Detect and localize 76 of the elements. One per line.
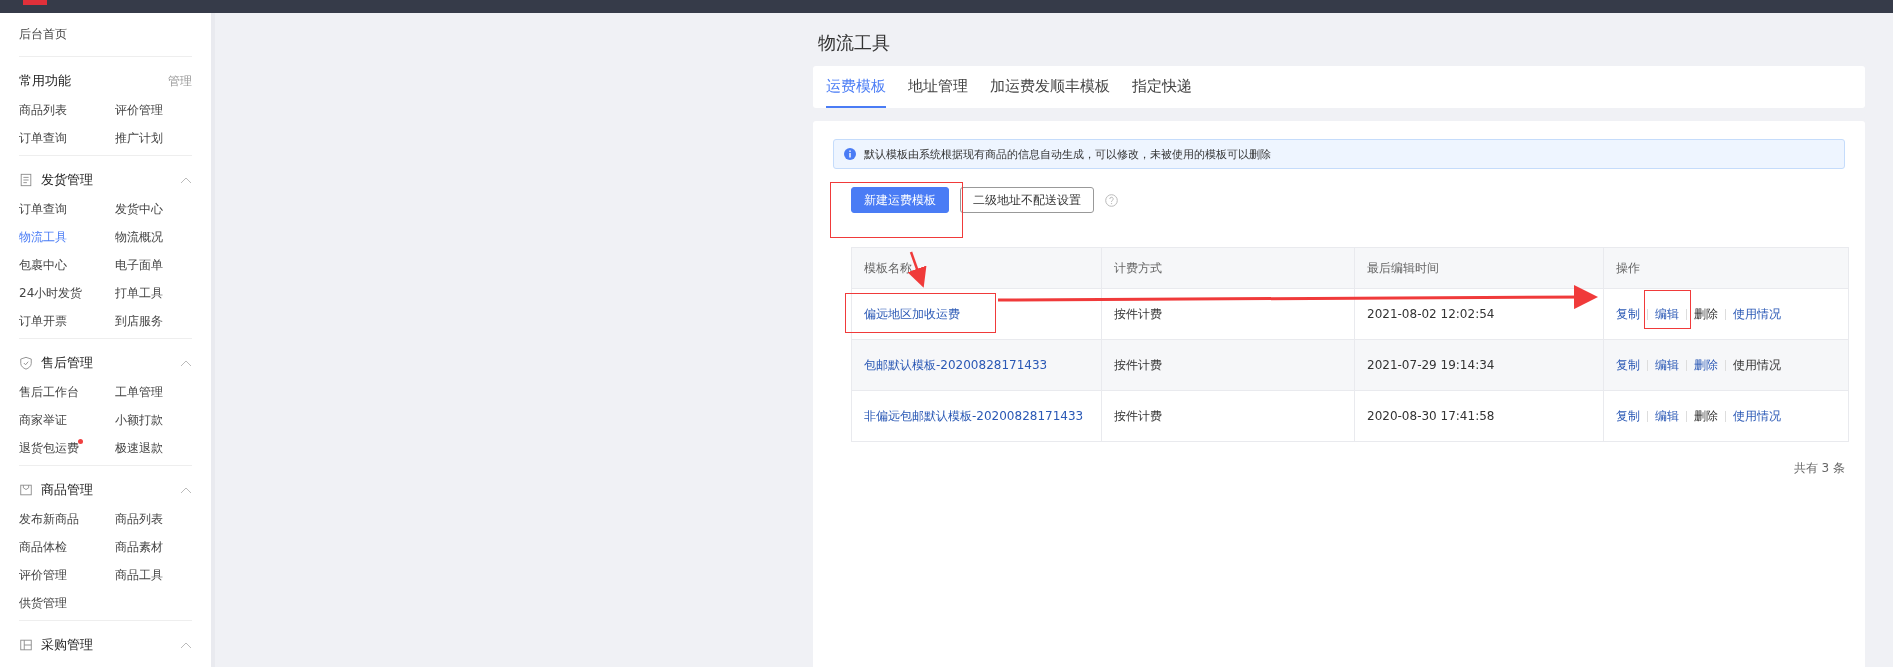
sidebar-item[interactable]: 到店服务 <box>115 314 163 328</box>
action-link[interactable]: 编辑 <box>1648 305 1686 323</box>
sidebar-item[interactable]: 订单开票 <box>19 314 67 328</box>
sidebar-item[interactable]: 工单管理 <box>115 385 163 399</box>
template-link[interactable]: 包邮默认模板-20200828171433 <box>864 357 1048 372</box>
action-link[interactable]: 复制 <box>1616 305 1647 323</box>
column-header: 操作 <box>1603 247 1849 289</box>
tab[interactable]: 运费模板 <box>826 66 886 108</box>
sidebar-item[interactable]: 推广计划 <box>115 131 163 145</box>
action-link[interactable]: 复制 <box>1616 407 1647 425</box>
sidebar-item[interactable]: 商品素材 <box>115 540 163 554</box>
chevron-up-icon[interactable] <box>180 486 192 494</box>
sidebar-item[interactable]: 后台首页 <box>0 13 211 56</box>
action-link[interactable]: 复制 <box>1616 356 1647 374</box>
sidebar-item[interactable]: 打单工具 <box>115 286 163 300</box>
section-title[interactable]: 售后管理 <box>41 354 93 372</box>
table-cell: 2021-07-29 19:14:34 <box>1354 339 1604 391</box>
table-cell: 按件计费 <box>1101 390 1355 442</box>
section-title[interactable]: 发货管理 <box>41 171 93 189</box>
annotation-box <box>1644 290 1691 329</box>
sidebar-item[interactable]: 退货包运费 <box>19 441 79 455</box>
sidebar-item[interactable]: 商品列表 <box>19 103 67 117</box>
action-link[interactable]: 删除 <box>1687 356 1725 374</box>
sidebar-item[interactable]: 售后工作台 <box>19 385 79 399</box>
help-icon[interactable] <box>1105 193 1118 207</box>
sidebar-item[interactable]: 电子面单 <box>115 258 163 272</box>
section-title[interactable]: 采购管理 <box>41 636 93 654</box>
sidebar-item[interactable]: 极速退款 <box>115 441 163 455</box>
sidebar-item[interactable]: 发布新商品 <box>19 512 79 526</box>
sidebar-item[interactable]: 评价管理 <box>115 103 163 117</box>
table-cell: 2021-08-02 12:02:54 <box>1354 288 1604 340</box>
section-icon <box>19 483 33 497</box>
column-header: 最后编辑时间 <box>1354 247 1604 289</box>
sidebar-item[interactable]: 物流工具 <box>19 230 67 244</box>
section-title[interactable]: 常用功能 <box>19 72 71 90</box>
sidebar-item[interactable]: 供货管理 <box>19 596 67 610</box>
sidebar-item[interactable]: 商家举证 <box>19 413 67 427</box>
sidebar-item[interactable]: 评价管理 <box>19 568 67 582</box>
sidebar-item[interactable]: 包裹中心 <box>19 258 67 272</box>
section-title[interactable]: 商品管理 <box>41 481 93 499</box>
sidebar-item[interactable]: 商品列表 <box>115 512 163 526</box>
chevron-up-icon[interactable] <box>180 359 192 367</box>
sidebar-item[interactable]: 物流概况 <box>115 230 163 244</box>
table-cell: 2020-08-30 17:41:58 <box>1354 390 1604 442</box>
table-cell: 按件计费 <box>1101 339 1355 391</box>
notice-text: 默认模板由系统根据现有商品的信息自动生成，可以修改，未被使用的模板可以删除 <box>864 146 1271 162</box>
new-template-button[interactable]: 新建运费模板 <box>851 187 949 213</box>
tab[interactable]: 地址管理 <box>908 66 968 108</box>
page-title: 物流工具 <box>817 31 891 55</box>
logo-icon <box>23 0 47 5</box>
section-icon <box>19 173 33 187</box>
action-link[interactable]: 编辑 <box>1648 356 1686 374</box>
section-icon <box>19 638 33 652</box>
sidebar-item[interactable]: 24小时发货 <box>19 286 83 300</box>
action-link[interactable]: 使用情况 <box>1726 305 1788 323</box>
tab[interactable]: 加运费发顺丰模板 <box>990 66 1110 108</box>
section-icon <box>19 356 33 370</box>
template-link[interactable]: 偏远地区加收运费 <box>864 306 960 321</box>
chevron-up-icon[interactable] <box>180 176 192 184</box>
chevron-up-icon[interactable] <box>180 641 192 649</box>
total-count: 共有 3 条 <box>1792 460 1845 477</box>
sidebar-item[interactable]: 商品工具 <box>115 568 163 582</box>
template-link[interactable]: 非偏远包邮默认模板-20200828171433 <box>864 408 1084 423</box>
action-link[interactable]: 使用情况 <box>1726 407 1788 425</box>
sidebar-item[interactable]: 小额打款 <box>115 413 163 427</box>
table-cell: 按件计费 <box>1101 288 1355 340</box>
sidebar-item[interactable]: 订单查询 <box>19 202 67 216</box>
sidebar-item[interactable]: 订单查询 <box>19 131 67 145</box>
action-link[interactable]: 编辑 <box>1648 407 1686 425</box>
sidebar-item[interactable]: 商品体检 <box>19 540 67 554</box>
sidebar-item[interactable]: 发货中心 <box>115 202 163 216</box>
tab[interactable]: 指定快递 <box>1132 66 1192 108</box>
info-icon <box>844 148 856 160</box>
settings-button[interactable]: 二级地址不配送设置 <box>960 187 1094 213</box>
column-header: 计费方式 <box>1101 247 1355 289</box>
column-header: 模板名称 <box>851 247 1102 289</box>
